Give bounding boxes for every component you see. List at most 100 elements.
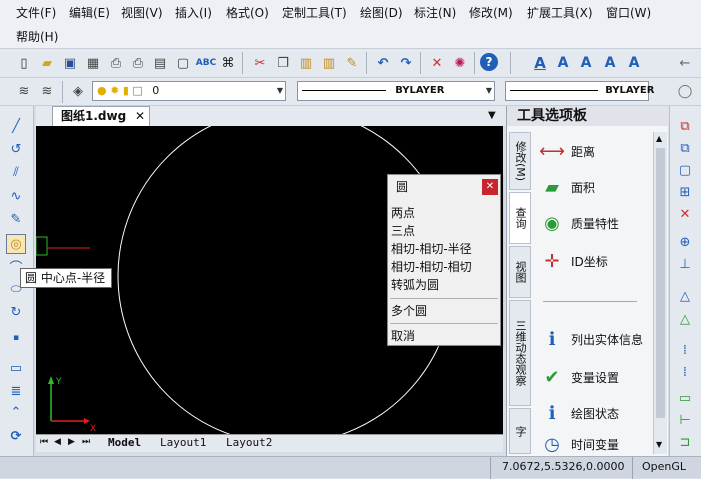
tab-view[interactable]: 视图: [509, 246, 531, 298]
rectangle-icon[interactable]: ▭: [6, 358, 26, 378]
freehand-icon[interactable]: ✎: [6, 209, 26, 229]
scroll-thumb[interactable]: [656, 148, 665, 418]
purge-icon[interactable]: ✺: [450, 53, 470, 73]
rotate-icon[interactable]: ⊥: [675, 254, 695, 274]
move-icon[interactable]: ⊕: [675, 232, 695, 252]
tab-layout2[interactable]: Layout2: [226, 436, 272, 449]
linetype-dropdown[interactable]: BYLAYER ▼: [297, 81, 495, 101]
open-file-icon[interactable]: ▰: [37, 53, 57, 73]
menu-extend-tools[interactable]: 扩展工具(X): [527, 5, 593, 21]
menu-dimension[interactable]: 标注(N): [414, 5, 456, 21]
extend-icon[interactable]: ⁞: [675, 362, 695, 382]
palette-scrollbar[interactable]: ▲ ▼: [653, 132, 667, 454]
line-icon[interactable]: ╱: [6, 116, 26, 136]
menu-file[interactable]: 文件(F): [16, 5, 56, 21]
spline-icon[interactable]: ∿: [6, 186, 26, 206]
menu-draw[interactable]: 绘图(D): [360, 5, 403, 21]
break-icon[interactable]: ▭: [675, 388, 695, 408]
polyline-icon[interactable]: ↺: [6, 139, 26, 159]
paste-icon[interactable]: ▥: [296, 53, 316, 73]
last-layout-icon[interactable]: ⏭: [82, 437, 90, 447]
make-current-layer-icon[interactable]: ◈: [68, 81, 88, 101]
first-layout-icon[interactable]: ⏮: [40, 437, 48, 447]
layer-manager-icon[interactable]: ≋: [14, 81, 34, 101]
find-text-icon[interactable]: A: [600, 53, 620, 73]
refresh-icon[interactable]: ⟳: [6, 426, 26, 446]
tab-modify[interactable]: 修改(M): [509, 132, 531, 190]
multiline-icon[interactable]: ⫽: [6, 162, 26, 182]
menu-item-multiple[interactable]: 多个圆: [391, 303, 427, 320]
scroll-up-icon[interactable]: ▲: [656, 134, 662, 143]
tab-model[interactable]: Model: [108, 436, 141, 449]
close-icon[interactable]: ✕: [135, 107, 145, 125]
cut-icon[interactable]: ✂: [250, 53, 270, 73]
match-properties-icon[interactable]: ✎: [342, 53, 362, 73]
layer-previous-icon[interactable]: ≋: [37, 81, 57, 101]
plot-icon[interactable]: ⎙: [128, 53, 148, 73]
scale-text-icon[interactable]: A: [624, 53, 644, 73]
menu-format[interactable]: 格式(O): [226, 5, 269, 21]
tab-layout1[interactable]: Layout1: [160, 436, 206, 449]
document-tab[interactable]: 图纸1.dwg ✕: [52, 106, 150, 126]
tool-distance[interactable]: ⟷ 距离: [537, 134, 661, 168]
mirror-icon[interactable]: ⧉: [675, 138, 695, 158]
tool-setvar[interactable]: ✔ 变量设置: [537, 360, 661, 394]
tab-text[interactable]: 字: [509, 408, 531, 454]
circle-outline-icon[interactable]: ◯: [675, 81, 695, 101]
menu-item-ttr[interactable]: 相切-相切-半径: [391, 241, 472, 258]
redo-icon[interactable]: ↷: [396, 53, 416, 73]
scroll-down-icon[interactable]: ▼: [656, 440, 662, 449]
copy-icon[interactable]: ❐: [273, 53, 293, 73]
menu-item-three-points[interactable]: 三点: [391, 223, 415, 240]
stretch-icon[interactable]: △: [675, 309, 695, 329]
edit-text-icon[interactable]: A: [576, 53, 596, 73]
menu-insert[interactable]: 插入(I): [175, 5, 212, 21]
save-icon[interactable]: ▣: [60, 53, 80, 73]
hatch-icon[interactable]: ≣: [6, 381, 26, 401]
menu-item-ttt[interactable]: 相切-相切-相切: [391, 259, 472, 276]
tab-3d-orbit[interactable]: 三维动态观察: [509, 300, 531, 406]
help-icon[interactable]: ?: [480, 53, 498, 71]
point-icon[interactable]: ▪: [6, 328, 26, 348]
trim-icon[interactable]: ⁞: [675, 340, 695, 360]
new-file-icon[interactable]: ▯: [14, 53, 34, 73]
menu-view[interactable]: 视图(V): [121, 5, 163, 21]
menu-item-arc-to-circle[interactable]: 转弧为圆: [391, 277, 439, 294]
binoculars-icon[interactable]: ⌘: [218, 53, 238, 73]
close-button[interactable]: ✕: [482, 179, 498, 195]
delete-icon[interactable]: ✕: [675, 204, 695, 224]
layer-dropdown[interactable]: ● ✹ ▮ □ 0 ▼: [92, 81, 286, 101]
spellcheck-icon[interactable]: ABC: [196, 53, 216, 73]
erase-icon[interactable]: ✕: [427, 53, 447, 73]
join-icon[interactable]: ⊢: [675, 410, 695, 430]
scale-icon[interactable]: △: [675, 286, 695, 306]
menu-help[interactable]: 帮助(H): [16, 29, 58, 45]
print-icon[interactable]: ⎙: [106, 53, 126, 73]
tool-time[interactable]: ◷ 时间变量: [537, 432, 661, 456]
find-icon[interactable]: ▢: [173, 53, 193, 73]
menu-modify[interactable]: 修改(M): [469, 5, 513, 21]
menu-window[interactable]: 窗口(W): [606, 5, 651, 21]
tool-list[interactable]: ℹ 列出实体信息: [537, 322, 661, 356]
tab-list-chevron-icon[interactable]: ▼: [488, 110, 496, 121]
arrow-left-icon[interactable]: ←: [675, 53, 695, 73]
print-preview-icon[interactable]: ▤: [150, 53, 170, 73]
lineweight-dropdown[interactable]: BYLAYER: [505, 81, 654, 101]
tool-mass-properties[interactable]: ◉ 质量特性: [537, 206, 661, 240]
menu-item-two-points[interactable]: 两点: [391, 205, 415, 222]
tool-id-point[interactable]: ✛ ID坐标: [537, 244, 661, 278]
chamfer-icon[interactable]: ⊐: [675, 432, 695, 452]
menu-custom-tools[interactable]: 定制工具(T): [282, 5, 347, 21]
array-icon[interactable]: ⊞: [675, 182, 695, 202]
offset-icon[interactable]: ▢: [675, 160, 695, 180]
copy-object-icon[interactable]: ⧉: [675, 116, 695, 136]
chevron-up-icon[interactable]: ⌃: [6, 402, 26, 422]
tool-status[interactable]: ℹ 绘图状态: [537, 396, 661, 430]
tool-area[interactable]: ▰ 面积: [537, 170, 661, 204]
menu-item-cancel[interactable]: 取消: [391, 328, 415, 345]
undo-icon[interactable]: ↶: [373, 53, 393, 73]
save-as-icon[interactable]: ▦: [83, 53, 103, 73]
renderer-label[interactable]: OpenGL: [642, 460, 686, 473]
prev-layout-icon[interactable]: ◀: [54, 437, 61, 447]
tab-inquiry[interactable]: 查询: [509, 192, 531, 244]
